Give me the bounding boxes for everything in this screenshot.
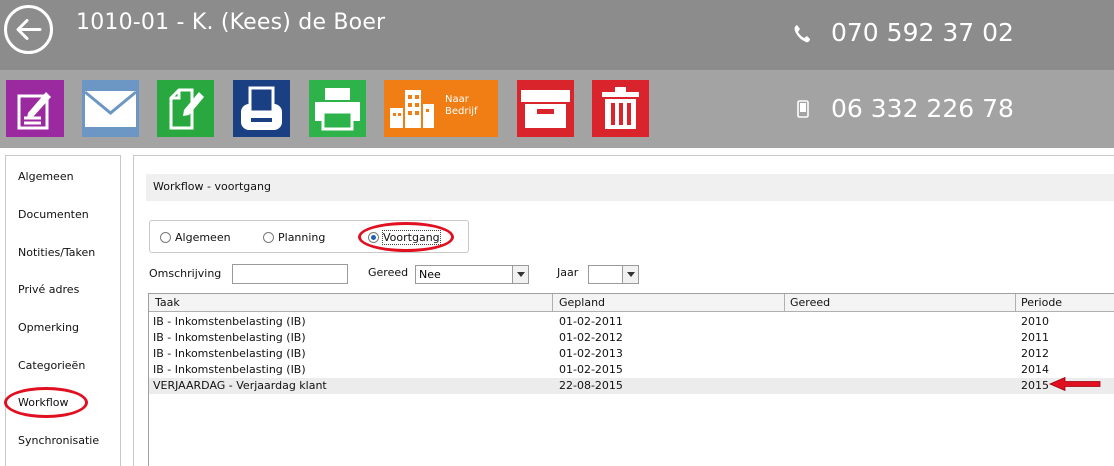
sidebar-item-synchronisatie[interactable]: Synchronisatie: [18, 434, 99, 447]
cell-taak: IB - Inkomstenbelasting (IB): [153, 347, 306, 360]
table-row[interactable]: IB - Inkomstenbelasting (IB) 01-02-2013 …: [149, 346, 1114, 362]
table-row[interactable]: IB - Inkomstenbelasting (IB) 01-02-2015 …: [149, 362, 1114, 378]
arrow-left-icon: [16, 19, 42, 40]
gereed-select-value: Nee: [419, 268, 441, 281]
document-button[interactable]: [157, 80, 214, 137]
radio-planning[interactable]: Planning: [263, 231, 325, 244]
cell-gepland: 01-02-2012: [559, 331, 623, 344]
back-button[interactable]: [4, 5, 53, 54]
column-header-gereed[interactable]: Gereed: [790, 296, 830, 309]
print-button[interactable]: [309, 80, 366, 137]
column-divider[interactable]: [552, 294, 553, 312]
red-arrow-annotation-icon: [1049, 377, 1101, 391]
cell-gepland: 01-02-2015: [559, 363, 623, 376]
column-divider[interactable]: [784, 294, 785, 312]
printer-icon: [315, 88, 360, 131]
cell-periode: 2010: [1021, 315, 1049, 328]
phone-icon: [794, 25, 810, 43]
column-header-taak[interactable]: Taak: [155, 296, 180, 309]
table-row[interactable]: IB - Inkomstenbelasting (IB) 01-02-2011 …: [149, 314, 1114, 330]
scanner-icon: [241, 86, 282, 130]
cell-periode: 2015: [1021, 379, 1049, 392]
gereed-select[interactable]: Nee: [415, 265, 529, 284]
section-title: Workflow - voortgang: [153, 180, 271, 193]
column-header-periode[interactable]: Periode: [1021, 296, 1062, 309]
trash-icon: [602, 87, 639, 129]
chevron-down-icon[interactable]: [512, 266, 528, 283]
main-panel: Workflow - voortgang Algemeen Planning V…: [133, 155, 1114, 466]
archive-icon: [521, 90, 570, 128]
cell-taak: IB - Inkomstenbelasting (IB): [153, 363, 306, 376]
workflow-table: Taak Gepland Gereed Periode IB - Inkomst…: [148, 293, 1114, 466]
go-to-company-button[interactable]: Naar Bedrijf: [384, 80, 498, 137]
note-edit-icon: [17, 92, 51, 130]
delete-button[interactable]: [592, 80, 649, 137]
sidebar-item-workflow[interactable]: Workflow: [18, 396, 69, 409]
jaar-select[interactable]: [588, 265, 639, 284]
radio-algemeen[interactable]: Algemeen: [160, 231, 231, 244]
cell-taak: IB - Inkomstenbelasting (IB): [153, 315, 306, 328]
go-to-company-caption: Naar Bedrijf: [445, 94, 478, 117]
sidebar-item-categorieen[interactable]: Categorieën: [18, 359, 85, 372]
cell-periode: 2014: [1021, 363, 1049, 376]
archive-button[interactable]: [517, 80, 574, 137]
table-header: Taak Gepland Gereed Periode: [149, 294, 1114, 312]
client-title: 1010-01 - K. (Kees) de Boer: [76, 10, 386, 35]
column-header-gepland[interactable]: Gepland: [559, 296, 605, 309]
table-row[interactable]: VERJAARDAG - Verjaardag klant 22-08-2015…: [149, 378, 1114, 394]
sidebar-item-prive-adres[interactable]: Privé adres: [18, 283, 79, 296]
radio-voortgang-label: Voortgang: [382, 230, 441, 245]
cell-gepland: 22-08-2015: [559, 379, 623, 392]
column-divider[interactable]: [1015, 294, 1016, 312]
cell-taak: VERJAARDAG - Verjaardag klant: [153, 379, 327, 392]
gereed-label: Gereed: [368, 266, 409, 279]
sidebar-item-opmerking[interactable]: Opmerking: [18, 321, 79, 334]
document-edit-icon: [169, 88, 204, 130]
header-bar: 1010-01 - K. (Kees) de Boer 070 592 37 0…: [0, 0, 1114, 70]
omschrijving-input[interactable]: [232, 264, 348, 284]
note-button[interactable]: [6, 80, 64, 137]
sidebar-item-algemeen[interactable]: Algemeen: [18, 170, 74, 183]
radio-voortgang[interactable]: Voortgang: [368, 230, 441, 245]
mobile-phone-icon: [797, 100, 809, 118]
sidebar: Algemeen Documenten Notities/Taken Privé…: [5, 155, 121, 466]
radio-planning-dot[interactable]: [263, 232, 274, 243]
view-mode-radio-group: Algemeen Planning Voortgang: [149, 220, 469, 253]
action-toolbar: Naar Bedrijf 06 332 226 78: [0, 70, 1114, 148]
mail-button[interactable]: [82, 80, 139, 137]
mobile-number[interactable]: 06 332 226 78: [831, 94, 1014, 123]
building-icon: [390, 90, 434, 128]
cell-gepland: 01-02-2011: [559, 315, 623, 328]
section-header: Workflow - voortgang: [146, 174, 1114, 201]
scanner-button[interactable]: [233, 80, 290, 137]
cell-taak: IB - Inkomstenbelasting (IB): [153, 331, 306, 344]
sidebar-item-documenten[interactable]: Documenten: [18, 208, 89, 221]
phone-number[interactable]: 070 592 37 02: [831, 18, 1014, 47]
radio-algemeen-label: Algemeen: [175, 231, 231, 244]
chevron-down-icon[interactable]: [622, 266, 638, 283]
radio-voortgang-dot[interactable]: [368, 232, 379, 243]
cell-gepland: 01-02-2013: [559, 347, 623, 360]
jaar-label: Jaar: [557, 266, 579, 279]
radio-algemeen-dot[interactable]: [160, 232, 171, 243]
cell-periode: 2011: [1021, 331, 1049, 344]
mail-icon: [84, 90, 137, 127]
cell-periode: 2012: [1021, 347, 1049, 360]
radio-planning-label: Planning: [278, 231, 326, 244]
table-row[interactable]: IB - Inkomstenbelasting (IB) 01-02-2012 …: [149, 330, 1114, 346]
sidebar-item-notities-taken[interactable]: Notities/Taken: [18, 246, 95, 259]
omschrijving-label: Omschrijving: [149, 267, 222, 280]
